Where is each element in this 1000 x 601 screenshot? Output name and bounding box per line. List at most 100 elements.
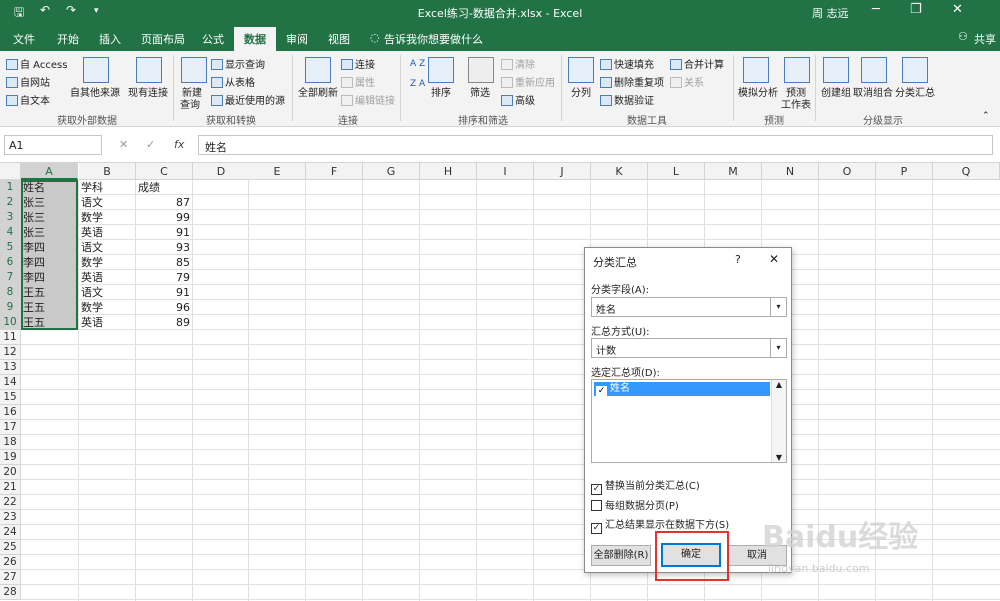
row-header[interactable]: 17	[0, 420, 21, 435]
cell[interactable]: 数学	[79, 210, 136, 225]
option-page-break[interactable]: 每组数据分页(P)	[591, 497, 679, 512]
tab-view[interactable]: 视图	[328, 31, 350, 47]
tab-formulas[interactable]: 公式	[202, 31, 224, 47]
cell[interactable]: 数学	[79, 300, 136, 315]
row-header[interactable]: 12	[0, 345, 21, 360]
new-query-button-line2[interactable]: 查询	[180, 96, 200, 111]
row-header[interactable]: 28	[0, 585, 21, 600]
edit-links-button[interactable]: 编辑链接	[341, 92, 395, 107]
cell[interactable]: 91	[136, 285, 193, 300]
user-name[interactable]: 周 志远	[812, 5, 849, 21]
tab-home[interactable]: 开始	[57, 31, 79, 47]
collapse-ribbon-icon[interactable]: ⌃	[982, 111, 990, 121]
row-header[interactable]: 6	[0, 255, 21, 270]
cell[interactable]: 学科	[79, 180, 136, 195]
close-window-icon[interactable]: ✕	[952, 2, 963, 17]
column-header[interactable]: J	[534, 163, 591, 180]
chevron-down-icon[interactable]: ▾	[770, 339, 786, 357]
filter-button[interactable]: 筛选	[470, 84, 490, 99]
checkbox-icon[interactable]	[591, 500, 602, 511]
cell[interactable]: 数学	[79, 255, 136, 270]
column-header[interactable]: L	[648, 163, 705, 180]
subtotal-button[interactable]: 分类汇总	[895, 84, 935, 99]
relationships-button[interactable]: 关系	[670, 74, 704, 89]
select-all-corner[interactable]	[0, 163, 21, 180]
cell[interactable]: 英语	[79, 225, 136, 240]
restore-icon[interactable]: ❐	[910, 2, 922, 17]
remove-duplicates-button[interactable]: 删除重复项	[600, 74, 664, 89]
column-header[interactable]: N	[762, 163, 819, 180]
recent-sources-button[interactable]: 最近使用的源	[211, 92, 285, 107]
row-header[interactable]: 20	[0, 465, 21, 480]
row-header[interactable]: 1	[0, 180, 21, 195]
row-header[interactable]: 19	[0, 450, 21, 465]
tab-insert[interactable]: 插入	[99, 31, 121, 47]
checkbox-icon[interactable]: ✓	[591, 523, 602, 534]
cell[interactable]: 85	[136, 255, 193, 270]
cancel-entry-icon[interactable]: ✕	[119, 138, 128, 151]
row-header[interactable]: 3	[0, 210, 21, 225]
summary-function-select[interactable]: 计数 ▾	[591, 338, 787, 358]
row-header[interactable]: 5	[0, 240, 21, 255]
data-validation-button[interactable]: 数据验证	[600, 92, 654, 107]
formula-input[interactable]: 姓名	[198, 135, 993, 155]
existing-connections-button[interactable]: 现有连接	[128, 84, 168, 99]
column-header[interactable]: K	[591, 163, 648, 180]
cell[interactable]: 李四	[21, 255, 78, 270]
column-header[interactable]: D	[193, 163, 250, 180]
forecast-sheet-button-line2[interactable]: 工作表	[781, 96, 811, 111]
cell[interactable]: 张三	[21, 195, 78, 210]
reapply-button[interactable]: 重新应用	[501, 74, 555, 89]
sort-button[interactable]: 排序	[431, 84, 451, 99]
enter-entry-icon[interactable]: ✓	[146, 138, 155, 151]
row-header[interactable]: 11	[0, 330, 21, 345]
group-field-select[interactable]: 姓名 ▾	[591, 297, 787, 317]
column-header[interactable]: O	[819, 163, 876, 180]
tab-file[interactable]: 文件	[13, 31, 35, 47]
advanced-filter-button[interactable]: 高级	[501, 92, 535, 107]
row-header[interactable]: 14	[0, 375, 21, 390]
subtotal-items-list[interactable]: ✓ 姓名 ▲ ▼	[591, 379, 787, 463]
tab-review[interactable]: 审阅	[286, 31, 308, 47]
row-header[interactable]: 2	[0, 195, 21, 210]
row-header[interactable]: 27	[0, 570, 21, 585]
from-text-button[interactable]: 自文本	[6, 92, 50, 107]
option-replace[interactable]: ✓ 替换当前分类汇总(C)	[591, 477, 700, 495]
name-box[interactable]: A1	[4, 135, 102, 155]
row-header[interactable]: 18	[0, 435, 21, 450]
tab-data[interactable]: 数据	[234, 27, 276, 51]
cell[interactable]: 张三	[21, 210, 78, 225]
tell-me-search[interactable]: 告诉我你想要做什么	[384, 31, 483, 47]
insert-function-icon[interactable]: fx	[174, 138, 184, 151]
row-header[interactable]: 9	[0, 300, 21, 315]
cell[interactable]: 93	[136, 240, 193, 255]
column-header[interactable]: F	[306, 163, 363, 180]
column-header[interactable]: A	[21, 163, 78, 180]
chevron-down-icon[interactable]: ▾	[770, 298, 786, 316]
refresh-all-button[interactable]: 全部刷新	[298, 84, 338, 99]
cell[interactable]: 李四	[21, 240, 78, 255]
cell[interactable]: 89	[136, 315, 193, 330]
sort-ascending-icon[interactable]: A Z	[410, 59, 425, 69]
column-header[interactable]: I	[477, 163, 534, 180]
group-button[interactable]: 创建组	[821, 84, 851, 99]
properties-button[interactable]: 属性	[341, 74, 375, 89]
cell[interactable]: 王五	[21, 300, 78, 315]
row-header[interactable]: 15	[0, 390, 21, 405]
column-header[interactable]: H	[420, 163, 477, 180]
cell[interactable]: 王五	[21, 315, 78, 330]
row-header[interactable]: 4	[0, 225, 21, 240]
cell[interactable]: 语文	[79, 240, 136, 255]
checkbox-icon[interactable]: ✓	[591, 484, 602, 495]
row-header[interactable]: 13	[0, 360, 21, 375]
row-header[interactable]: 22	[0, 495, 21, 510]
cell[interactable]: 91	[136, 225, 193, 240]
remove-all-button[interactable]: 全部删除(R)	[591, 545, 651, 566]
row-header[interactable]: 24	[0, 525, 21, 540]
row-header[interactable]: 7	[0, 270, 21, 285]
sort-descending-icon[interactable]: Z A	[410, 79, 425, 89]
help-icon[interactable]: ?	[735, 253, 741, 266]
other-sources-button[interactable]: 自其他来源	[70, 84, 120, 99]
cell[interactable]: 99	[136, 210, 193, 225]
cell[interactable]: 李四	[21, 270, 78, 285]
